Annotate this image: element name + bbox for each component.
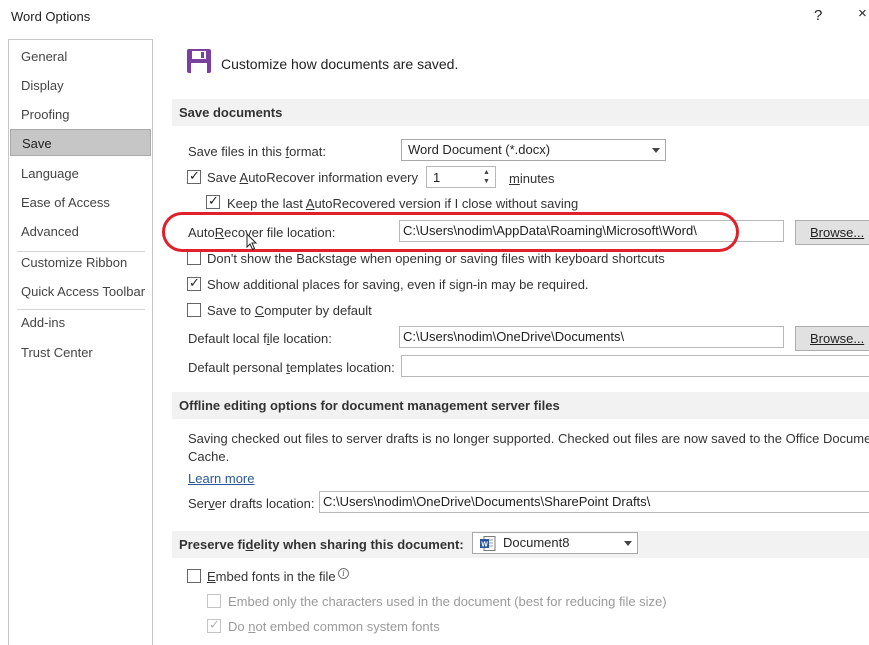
server-drafts-location-input[interactable]: C:\Users\nodim\OneDrive\Documents\ShareP… [319,491,869,513]
embed-only-used-characters-checkbox[interactable] [207,594,221,608]
nav-item-advanced[interactable]: Advanced [10,218,151,245]
svg-text:W: W [481,542,488,549]
save-format-label: Save files in this format: [188,144,327,159]
autorecover-label: Save AutoRecover information every [207,170,419,185]
default-templates-location-input[interactable] [401,355,869,377]
nav-item-quick-access-toolbar[interactable]: Quick Access Toolbar [10,278,151,305]
offline-notice-line1: Saving checked out files to server draft… [188,431,869,446]
page-heading: Customize how documents are saved. [221,56,459,72]
do-not-embed-system-fonts-label: Do not embed common system fonts [228,619,440,634]
nav-item-save[interactable]: Save [10,129,151,156]
nav-item-general[interactable]: General [10,43,151,70]
nav-item-proofing[interactable]: Proofing [10,101,151,128]
keep-last-autorecovered-label: Keep the last AutoRecovered version if I… [227,196,579,211]
do-not-embed-system-fonts-checkbox[interactable] [207,617,221,633]
nav-item-ease-of-access[interactable]: Ease of Access [10,189,151,216]
floppy-disk-icon [186,48,212,77]
spin-up-icon[interactable]: ▲ [483,168,493,177]
default-local-location-input[interactable]: C:\Users\nodim\OneDrive\Documents\ [399,326,784,348]
word-document-icon: W [480,536,496,557]
nav-item-add-ins[interactable]: Add-ins [10,309,151,336]
spin-down-icon[interactable]: ▼ [483,177,493,186]
autorecover-location-label: AutoRecover file location: [188,225,336,240]
options-nav: General Display Proofing Save Language E… [8,39,153,645]
window-title: Word Options [11,9,91,24]
autorecover-location-input[interactable]: C:\Users\nodim\AppData\Roaming\Microsoft… [399,220,784,242]
save-to-computer-label: Save to Computer by default [207,303,372,318]
nav-item-trust-center[interactable]: Trust Center [10,339,151,366]
embed-fonts-checkbox[interactable] [187,569,201,583]
learn-more-link[interactable]: Learn more [188,471,254,486]
info-icon[interactable]: i [338,568,349,579]
section-offline-editing: Offline editing options for document man… [172,392,869,419]
nav-item-customize-ribbon[interactable]: Customize Ribbon [10,249,151,276]
title-bar: Word Options ? × [0,0,869,34]
show-additional-places-checkbox[interactable] [187,275,201,291]
chevron-down-icon [652,148,660,153]
autorecover-minutes-spinner[interactable]: 1 ▲ ▼ [426,166,496,188]
section-save-documents: Save documents [172,99,869,126]
help-button[interactable]: ? [814,7,822,24]
save-format-value: Word Document (*.docx) [408,142,551,157]
dont-show-backstage-label: Don't show the Backstage when opening or… [207,251,665,266]
offline-notice-line2: Cache. [188,449,230,464]
embed-fonts-label: Embed fonts in the file [207,569,336,584]
default-local-location-label: Default local file location: [188,331,332,346]
close-button[interactable]: × [858,5,867,22]
nav-item-language[interactable]: Language [10,160,151,187]
browse-autorecover-button[interactable]: Browse... [795,220,869,245]
dont-show-backstage-checkbox[interactable] [187,251,201,265]
mouse-pointer-icon [246,232,258,254]
nav-item-display[interactable]: Display [10,72,151,99]
server-drafts-location-label: Server drafts location: [188,496,315,511]
autorecover-checkbox[interactable] [187,168,201,184]
default-templates-location-label: Default personal templates location: [188,360,395,375]
show-additional-places-label: Show additional places for saving, even … [207,277,589,292]
chevron-down-icon [624,541,632,546]
save-format-dropdown[interactable]: Word Document (*.docx) [401,139,666,161]
fidelity-document-value: Document8 [503,535,570,550]
save-options-panel: Customize how documents are saved. Save … [172,39,869,645]
embed-only-used-characters-label: Embed only the characters used in the do… [228,594,667,609]
autorecover-minutes-value: 1 [433,170,441,185]
fidelity-document-dropdown[interactable]: W Document8 [472,532,638,554]
save-to-computer-checkbox[interactable] [187,303,201,317]
minutes-label: minutes [509,171,555,186]
keep-last-autorecovered-checkbox[interactable] [206,193,220,209]
browse-default-local-button[interactable]: Browse... [795,326,869,351]
